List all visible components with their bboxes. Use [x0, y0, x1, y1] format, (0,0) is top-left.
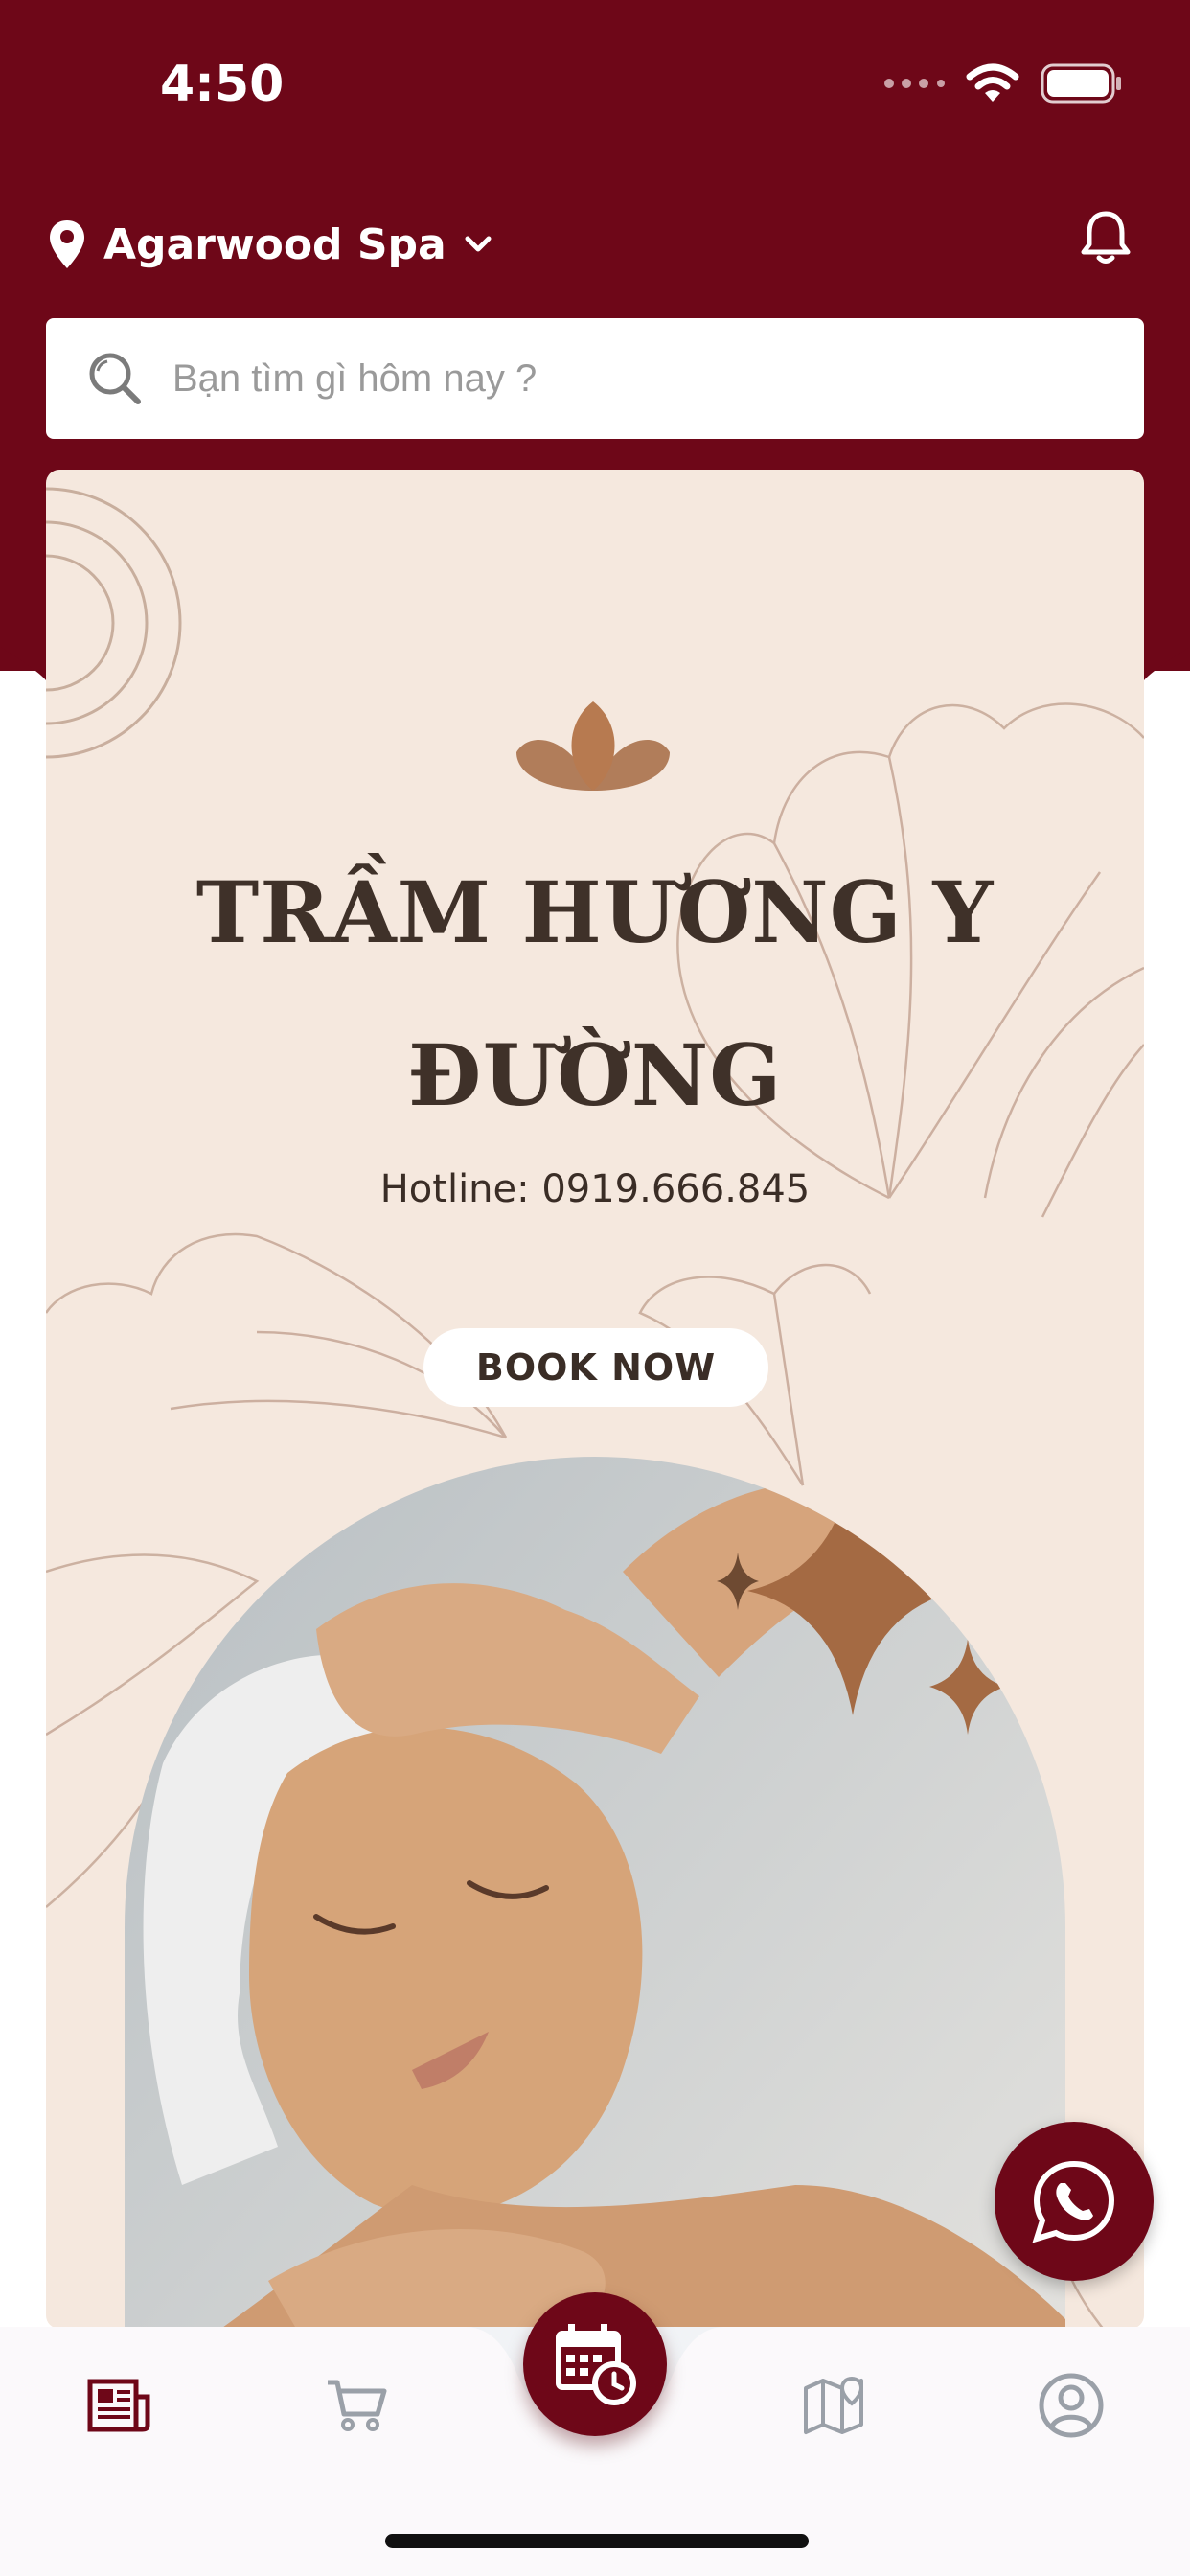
- banner-title-line1: TRẦM HƯƠNG Y: [195, 862, 995, 962]
- home-indicator: [385, 2534, 809, 2548]
- profile-icon: [1039, 2373, 1104, 2438]
- whatsapp-icon: [1032, 2160, 1115, 2243]
- book-now-button[interactable]: BOOK NOW: [423, 1328, 768, 1407]
- promo-banner[interactable]: TRẦM HƯƠNG Y ĐƯỜNG Hotline: 0919.666.845…: [46, 470, 1144, 2329]
- search-icon: [89, 353, 141, 404]
- whatsapp-chat-button[interactable]: [995, 2122, 1154, 2281]
- location-pin-icon: [50, 220, 84, 268]
- cart-icon: [328, 2380, 387, 2431]
- news-icon: [87, 2379, 150, 2432]
- bell-icon: [1081, 211, 1131, 264]
- location-selector[interactable]: Agarwood Spa: [48, 218, 492, 270]
- map-icon: [804, 2376, 864, 2434]
- signal-icon: [884, 79, 945, 88]
- tab-news[interactable]: [80, 2367, 157, 2444]
- tab-profile[interactable]: [1033, 2367, 1110, 2444]
- tab-cart[interactable]: [318, 2367, 395, 2444]
- tab-map[interactable]: [795, 2367, 872, 2444]
- wifi-icon: [966, 63, 1019, 102]
- location-name: Agarwood Spa: [103, 219, 446, 269]
- lotus-logo: [516, 702, 670, 791]
- booking-calendar-icon: [556, 2324, 636, 2405]
- status-icons: [883, 63, 1123, 104]
- banner-title-line2: ĐƯỜNG: [407, 1025, 783, 1125]
- search-input[interactable]: [171, 356, 1037, 402]
- search-bar[interactable]: [46, 318, 1144, 439]
- tab-booking[interactable]: [523, 2292, 667, 2436]
- status-time: 4:50: [160, 56, 285, 113]
- chevron-down-icon: [465, 236, 492, 252]
- banner-hotline: Hotline: 0919.666.845: [379, 1167, 811, 1211]
- battery-icon: [1041, 63, 1121, 104]
- notification-bell-button[interactable]: [1079, 209, 1133, 271]
